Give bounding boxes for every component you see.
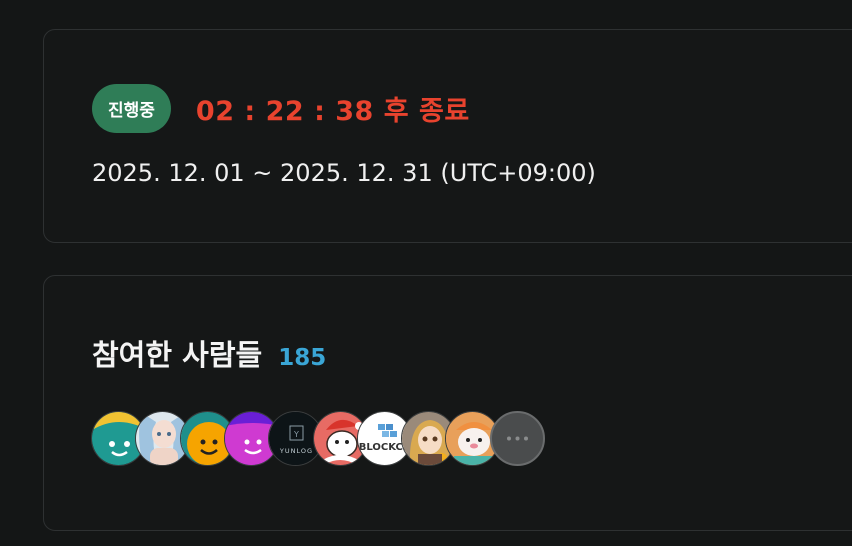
more-participants-button[interactable] [490,411,545,466]
ellipsis-icon [507,436,528,441]
status-badge: 진행중 [92,84,171,133]
status-card: 진행중 02 : 22 : 38 후 종료 2025. 12. 01 ~ 202… [43,29,852,243]
countdown-timer: 02 : 22 : 38 후 종료 [195,96,470,127]
svg-text:Y: Y [293,430,299,439]
participants-card: 참여한 사람들 185 Y YUNLOG BLOCKCH [43,275,852,531]
participants-title: 참여한 사람들 [92,338,263,372]
participants-count: 185 [278,345,327,371]
yunlog-text: YUNLOG [279,447,313,455]
status-row: 진행중 02 : 22 : 38 후 종료 [92,84,470,133]
participants-header: 참여한 사람들 185 [92,332,326,374]
event-period: 2025. 12. 01 ~ 2025. 12. 31 (UTC+09:00) [92,159,596,187]
